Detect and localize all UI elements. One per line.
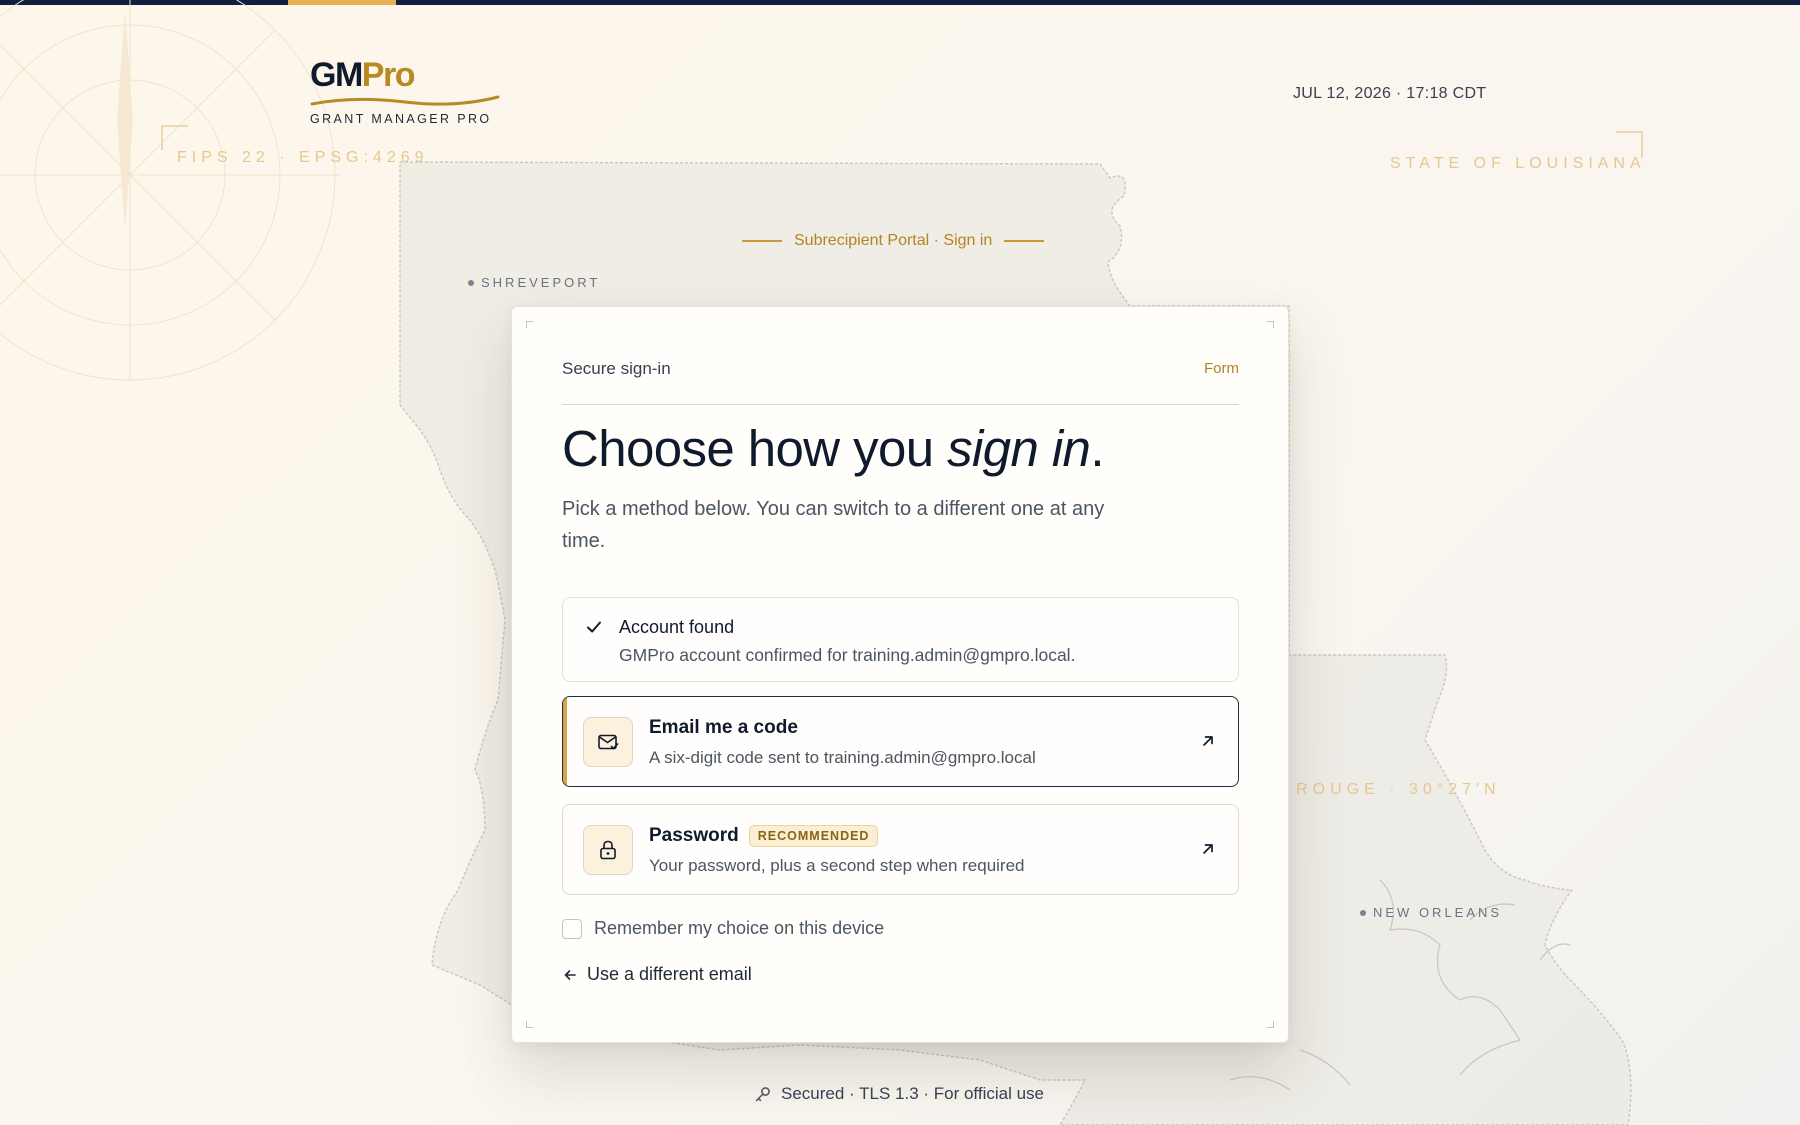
email-code-description: A six-digit code sent to training.admin@… [649,748,1036,767]
card-corner-mark [526,1021,533,1028]
password-option[interactable]: Password RECOMMENDED Your password, plus… [562,804,1239,895]
remember-checkbox[interactable] [562,918,582,939]
key-icon [755,1087,770,1102]
title-emphasis: sign in [947,420,1091,477]
divider [742,240,782,242]
card-header: Secure sign-in Form [562,359,1239,405]
logo-pro: Pro [361,56,416,94]
sign-in-card: Secure sign-in Form Choose how you sign … [511,306,1289,1043]
footer-text: Secured · TLS 1.3 · For official use [781,1084,1044,1103]
gmpro-logo[interactable]: GMPro GRANT MANAGER PRO [310,58,500,126]
city-label-new-orleans: NEW ORLEANS [1373,905,1503,920]
map-city-new-orleans: NEW ORLEANS [1360,905,1502,920]
password-description: Your password, plus a second step when r… [649,856,1025,875]
email-code-option[interactable]: Email me a code A six-digit code sent to… [562,696,1239,787]
use-different-email-link[interactable]: Use a different email [562,964,752,985]
card-form-tag: Form [1204,360,1239,377]
arrow-up-right-icon [1203,844,1213,854]
remember-label: Remember my choice on this device [594,918,885,938]
use-different-email-label: Use a different email [587,964,752,984]
email-code-title: Email me a code [649,717,798,739]
logo-wordmark: GMPro [310,58,500,92]
logo-subtitle: GRANT MANAGER PRO [310,112,492,126]
state-label: STATE OF LOUISIANA [1390,155,1646,172]
city-dot-icon [1360,909,1366,916]
password-title-text: Password [649,825,739,846]
city-dot-icon [468,279,474,286]
email-code-title-text: Email me a code [649,717,798,738]
card-corner-mark [526,321,533,328]
compass-rose [0,0,340,381]
account-found-notice: Account found GMPro account confirmed fo… [562,597,1239,682]
city-label-shreveport: SHREVEPORT [481,275,601,290]
header-datetime: JUL 12, 2026 · 17:18 CDT [1293,85,1487,102]
logo-swoosh-icon [310,95,500,106]
compass-needle [117,10,133,230]
title-main: Choose how you [562,420,948,477]
portal-label-text: Subrecipient Portal · Sign in [794,232,993,249]
logo-gm: GM [310,56,363,94]
account-found-description: GMPro account confirmed for training.adm… [619,645,1076,665]
page-title: Choose how you sign in. [562,419,1104,479]
arrow-up-right-icon [1203,736,1213,746]
card-corner-mark [1267,1021,1274,1028]
card-eyebrow: Secure sign-in [562,359,671,378]
fips-coordinate-label: FIPS 22 · EPSG:4269 [177,149,429,166]
map-city-shreveport: SHREVEPORT [468,275,600,290]
check-icon [587,621,601,633]
password-title: Password RECOMMENDED [649,825,879,847]
recommended-badge: RECOMMENDED [748,825,879,847]
arrow-left-icon [564,969,576,980]
divider [1004,240,1045,242]
security-footer: Secured · TLS 1.3 · For official use [754,1084,1044,1104]
remember-choice[interactable]: Remember my choice on this device [562,918,884,939]
portal-label: Subrecipient Portal · Sign in [742,232,1058,250]
title-end: . [1090,420,1104,477]
mail-check-icon [583,717,633,767]
card-corner-mark [1267,321,1274,328]
lock-icon [583,825,633,875]
intro-text: Pick a method below. You can switch to a… [562,498,1105,552]
account-found-title: Account found [619,617,735,637]
